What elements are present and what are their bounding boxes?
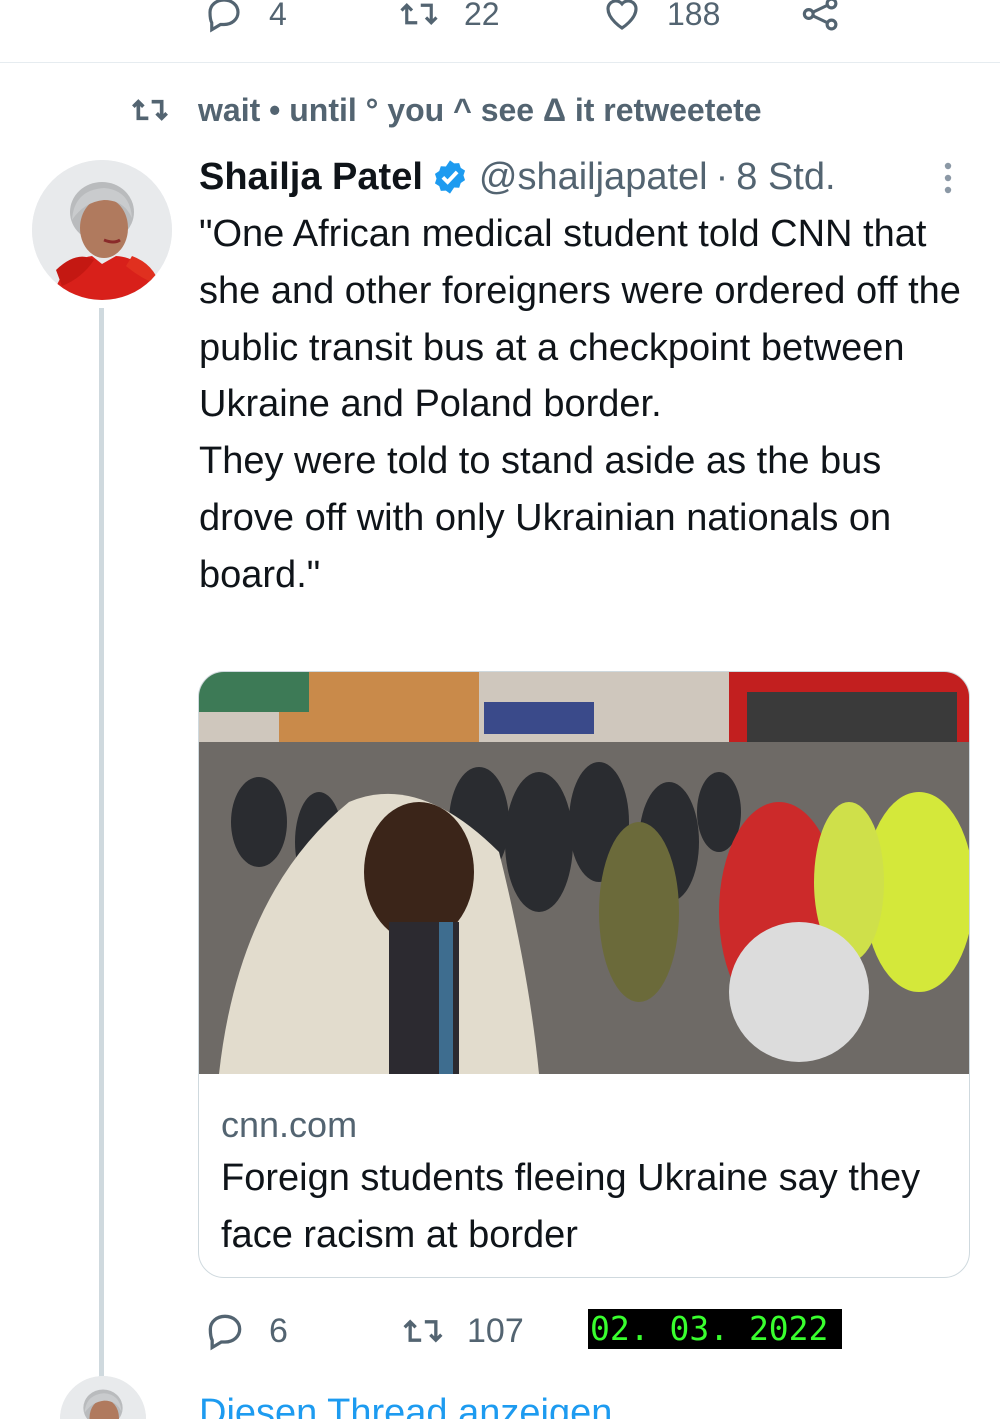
share-button[interactable] bbox=[800, 0, 842, 40]
author-handle[interactable]: @shailjapatel bbox=[479, 156, 708, 199]
retweet-button[interactable]: 107 bbox=[401, 1306, 524, 1356]
like-button[interactable]: 188 bbox=[601, 0, 720, 40]
header-separator: · bbox=[715, 155, 729, 198]
reply-button[interactable]: 4 bbox=[203, 0, 287, 40]
like-count: 188 bbox=[667, 0, 721, 32]
more-options-icon[interactable] bbox=[938, 158, 958, 198]
thread-author-avatar[interactable] bbox=[60, 1376, 146, 1419]
reply-icon bbox=[208, 0, 240, 33]
tweet-paragraph: They were told to stand aside as the bus… bbox=[199, 440, 892, 596]
retweet-icon bbox=[132, 99, 168, 121]
reply-count: 4 bbox=[269, 0, 287, 32]
show-thread-link[interactable]: Diesen Thread anzeigen bbox=[199, 1392, 612, 1419]
tweet-paragraph: "One African medical student told CNN th… bbox=[199, 213, 961, 426]
tweet-timestamp[interactable]: 8 Std. bbox=[736, 156, 835, 199]
tweet-divider bbox=[0, 62, 1000, 63]
card-title: Foreign students fleeing Ukraine say the… bbox=[221, 1157, 921, 1256]
card-image bbox=[199, 672, 969, 1074]
reply-icon bbox=[208, 1314, 242, 1351]
date-stamp: 02. 03. 2022 bbox=[588, 1309, 842, 1349]
reply-count: 6 bbox=[269, 1311, 288, 1350]
tweet-actions: 6 107 bbox=[0, 1306, 1000, 1356]
tweet-timeline: 4 22 188 wait • until ° you ^ see Δ it r… bbox=[0, 0, 1000, 1419]
like-icon bbox=[606, 0, 638, 30]
reply-button[interactable]: 6 bbox=[203, 1306, 288, 1356]
tweet-header: Shailja Patel @shailjapatel · 8 Std. bbox=[199, 153, 989, 201]
retweet-icon bbox=[403, 1319, 443, 1343]
avatar-photo bbox=[60, 1376, 146, 1419]
verified-badge-icon bbox=[434, 160, 465, 194]
retweet-icon bbox=[400, 3, 438, 25]
author-name[interactable]: Shailja Patel bbox=[199, 156, 423, 199]
previous-tweet-actions: 4 22 188 bbox=[0, 0, 1000, 40]
author-avatar[interactable] bbox=[32, 160, 172, 300]
retweet-count: 107 bbox=[467, 1311, 524, 1350]
card-domain: cnn.com bbox=[221, 1104, 358, 1145]
retweet-context-text: wait • until ° you ^ see Δ it retweetete bbox=[198, 91, 762, 128]
retweet-context[interactable]: wait • until ° you ^ see Δ it retweetete bbox=[130, 88, 762, 132]
tweet-text: "One African medical student told CNN th… bbox=[199, 206, 979, 604]
link-card[interactable]: cnn.com Foreign students fleeing Ukraine… bbox=[198, 671, 970, 1278]
thread-line bbox=[99, 308, 104, 1383]
avatar-photo bbox=[32, 160, 172, 300]
share-icon bbox=[802, 0, 838, 31]
retweet-count: 22 bbox=[464, 0, 500, 32]
retweet-button[interactable]: 22 bbox=[398, 0, 500, 40]
